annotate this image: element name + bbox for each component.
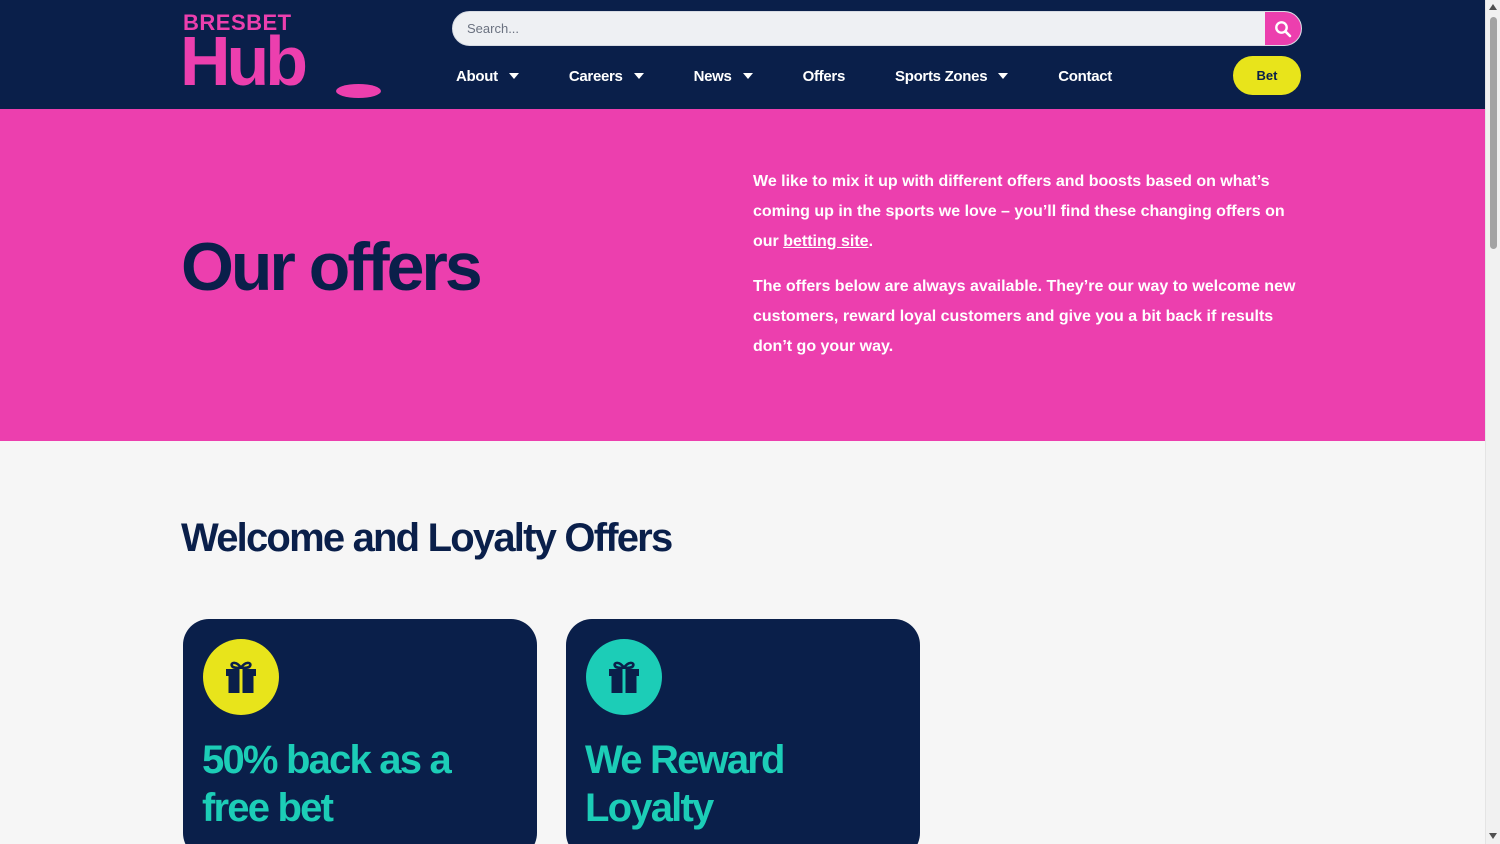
caret-down-icon xyxy=(633,73,644,79)
scroll-up-arrow-icon[interactable] xyxy=(1489,4,1497,10)
page-title: Our offers xyxy=(181,229,483,305)
hero-paragraph-1-end: . xyxy=(868,233,874,250)
nav-contact-label: Contact xyxy=(1058,67,1112,85)
offer-icon-badge xyxy=(203,639,279,715)
bresbet-hub-logo[interactable]: BRESBET Hub xyxy=(180,12,383,102)
nav-careers[interactable]: Careers xyxy=(569,60,644,92)
nav-news-label: News xyxy=(693,67,732,85)
section-title: Welcome and Loyalty Offers xyxy=(181,516,673,560)
scroll-down-arrow-icon[interactable] xyxy=(1489,833,1497,839)
page-scrollbar[interactable] xyxy=(1485,0,1500,844)
nav-offers-label: Offers xyxy=(802,67,846,85)
scrollbar-thumb[interactable] xyxy=(1490,17,1497,249)
hero-paragraph-2: The offers below are always available. T… xyxy=(753,278,1296,355)
nav-careers-label: Careers xyxy=(568,67,623,85)
betting-site-link[interactable]: betting site xyxy=(783,233,868,250)
offer-card[interactable]: 50% back as a free bet xyxy=(183,619,537,844)
logo-hub-text: Hub xyxy=(180,22,308,100)
bet-button[interactable]: Bet xyxy=(1233,56,1301,95)
nav-news[interactable]: News xyxy=(694,60,753,92)
gift-icon xyxy=(609,661,639,693)
offer-icon-badge xyxy=(586,639,662,715)
search-bar xyxy=(452,11,1302,46)
caret-down-icon xyxy=(998,73,1009,79)
offer-card[interactable]: We Reward Loyalty xyxy=(566,619,920,844)
nav-sports-zones[interactable]: Sports Zones xyxy=(895,60,1009,92)
offer-title: We Reward Loyalty xyxy=(585,738,785,830)
search-icon xyxy=(1275,20,1292,37)
hero-description: We like to mix it up with different offe… xyxy=(753,167,1303,362)
search-button[interactable] xyxy=(1265,12,1301,45)
nav-about[interactable]: About xyxy=(456,60,519,92)
caret-down-icon xyxy=(508,73,519,79)
nav-sports-zones-label: Sports Zones xyxy=(895,67,988,85)
nav-about-label: About xyxy=(456,67,498,85)
nav-contact[interactable]: Contact xyxy=(1058,60,1112,92)
hero-section: Our offers We like to mix it up with dif… xyxy=(0,109,1485,441)
caret-down-icon xyxy=(742,73,753,79)
logo-underscore-mark xyxy=(336,84,381,98)
hero-paragraph-1: We like to mix it up with different offe… xyxy=(753,167,1303,257)
main-nav: About Careers News Offers Sports Zones C… xyxy=(456,60,1112,92)
nav-offers[interactable]: Offers xyxy=(802,60,846,92)
offer-title: 50% back as a free bet xyxy=(202,738,452,830)
gift-icon xyxy=(226,661,256,693)
site-header: BRESBET Hub About Careers News Offers xyxy=(0,0,1485,109)
search-input[interactable] xyxy=(453,12,1265,45)
